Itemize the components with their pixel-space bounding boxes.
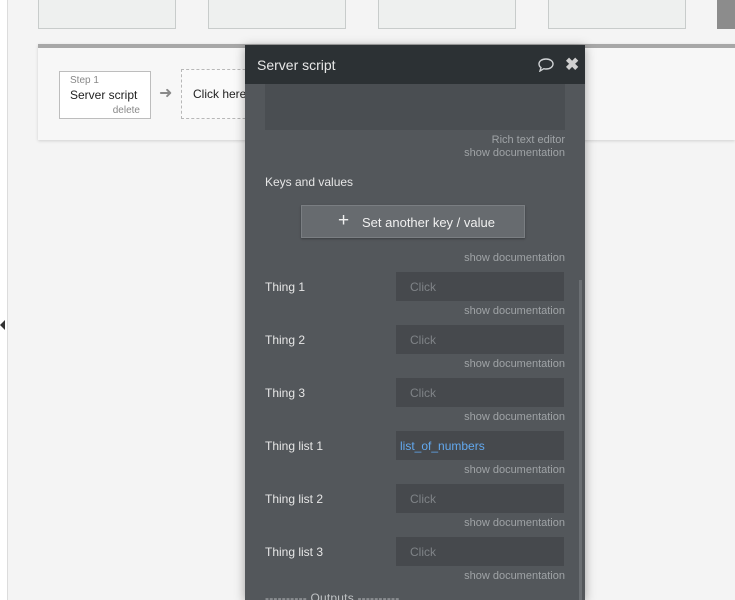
- close-icon[interactable]: ✖: [565, 56, 579, 73]
- field-placeholder: Click: [410, 333, 436, 347]
- field-label-thing-list-3: Thing list 3: [265, 545, 324, 559]
- set-key-value-button[interactable]: + Set another key / value: [301, 205, 525, 238]
- arrow-right-icon: ➜: [159, 85, 173, 102]
- plus-icon: +: [338, 210, 350, 231]
- field-input-thing-list-3[interactable]: Click: [396, 537, 564, 566]
- field-input-thing-1[interactable]: Click: [396, 272, 564, 301]
- step-number: Step 1: [70, 75, 99, 86]
- show-documentation-link[interactable]: show documentation: [464, 305, 565, 317]
- outputs-section-label: ---------- Outputs ----------: [265, 591, 400, 600]
- workflow-step-card[interactable]: Step 1 Server script delete: [59, 71, 151, 119]
- element-card[interactable]: [208, 0, 346, 29]
- show-documentation-link[interactable]: show documentation: [464, 570, 565, 582]
- set-key-value-label: Set another key / value: [362, 215, 495, 230]
- element-card[interactable]: [378, 0, 516, 29]
- rich-text-hint: Rich text editor: [491, 134, 565, 146]
- add-step-label: Click here: [193, 87, 247, 101]
- editor-title: Server script: [257, 57, 336, 73]
- element-card[interactable]: [38, 0, 176, 29]
- field-input-thing-list-2[interactable]: Click: [396, 484, 564, 513]
- field-label-thing-2: Thing 2: [265, 333, 306, 347]
- left-rail: [0, 0, 8, 600]
- element-card[interactable]: [717, 0, 735, 29]
- show-documentation-link[interactable]: show documentation: [464, 147, 565, 159]
- editor-header: Server script ✖: [245, 45, 585, 84]
- speech-bubble-icon[interactable]: [538, 58, 554, 72]
- show-documentation-link[interactable]: show documentation: [464, 358, 565, 370]
- property-editor: Server script ✖ Rich text editor show do…: [245, 45, 585, 600]
- keys-values-label: Keys and values: [265, 175, 354, 189]
- rich-text-editor[interactable]: [265, 84, 565, 130]
- field-label-thing-list-1: Thing list 1: [265, 439, 324, 453]
- step-title: Server script: [70, 88, 138, 102]
- scrollbar[interactable]: [579, 280, 582, 600]
- step-delete-link[interactable]: delete: [113, 105, 140, 116]
- field-placeholder: Click: [410, 386, 436, 400]
- field-label-thing-3: Thing 3: [265, 386, 306, 400]
- collapse-arrow-icon[interactable]: [0, 320, 5, 330]
- show-documentation-link[interactable]: show documentation: [464, 411, 565, 423]
- show-documentation-link[interactable]: show documentation: [464, 464, 565, 476]
- show-documentation-link[interactable]: show documentation: [464, 252, 565, 264]
- element-card[interactable]: [548, 0, 686, 29]
- field-input-thing-2[interactable]: Click: [396, 325, 564, 354]
- field-placeholder: Click: [410, 545, 436, 559]
- field-label-thing-1: Thing 1: [265, 280, 306, 294]
- show-documentation-link[interactable]: show documentation: [464, 517, 565, 529]
- field-label-thing-list-2: Thing list 2: [265, 492, 324, 506]
- field-value[interactable]: list_of_numbers: [400, 439, 485, 453]
- field-placeholder: Click: [410, 492, 436, 506]
- field-input-thing-3[interactable]: Click: [396, 378, 564, 407]
- field-input-thing-list-1[interactable]: list_of_numbers: [396, 431, 564, 460]
- field-placeholder: Click: [410, 280, 436, 294]
